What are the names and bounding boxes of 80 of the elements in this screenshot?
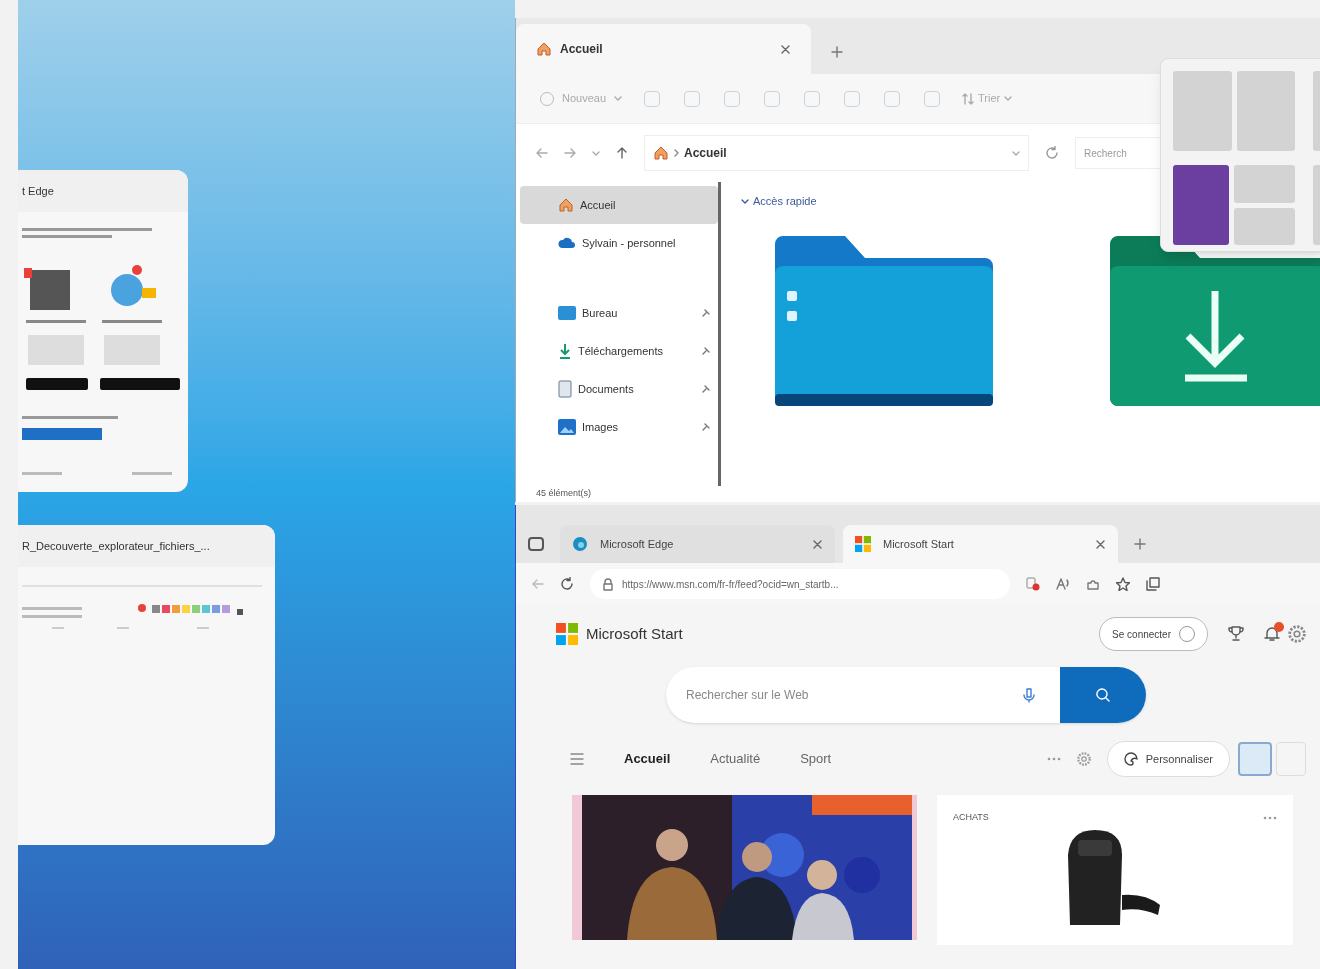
back-icon[interactable] xyxy=(536,147,548,159)
brand-name[interactable]: Microsoft Start xyxy=(586,622,683,646)
window-title: R_Decouverte_explorateur_fichiers_... xyxy=(22,538,210,554)
forward-icon[interactable] xyxy=(564,147,576,159)
nav-tab[interactable]: Sport xyxy=(800,749,832,769)
settings-icon[interactable] xyxy=(1076,752,1091,766)
collections-icon[interactable] xyxy=(1146,577,1160,591)
home-icon xyxy=(558,197,574,213)
window-title: t Edge xyxy=(22,183,54,199)
sidebar-item[interactable]: Bureau xyxy=(520,294,718,332)
caret-icon xyxy=(614,95,623,102)
pin-icon xyxy=(702,423,710,431)
edge-icon xyxy=(572,536,588,552)
address-bar[interactable]: Accueil xyxy=(644,135,1029,171)
more-icon[interactable] xyxy=(1263,815,1277,820)
chevron-right-icon xyxy=(673,149,680,157)
pin-icon xyxy=(702,309,710,317)
back-icon[interactable] xyxy=(532,578,544,590)
card-heading: ACHATS xyxy=(953,811,990,824)
notification-badge xyxy=(1274,622,1284,632)
search-icon xyxy=(1096,688,1110,702)
favorites-icon[interactable] xyxy=(1116,577,1130,591)
url-bar[interactable]: https://www.msn.com/fr-fr/feed?ocid=wn_startb... xyxy=(590,569,1010,599)
sign-in-button[interactable]: Se connecter xyxy=(1099,617,1208,651)
window-preview[interactable]: t Edge xyxy=(18,170,188,492)
shopping-card[interactable]: ACHATS xyxy=(937,795,1293,945)
sidebar-item[interactable]: Téléchargements xyxy=(520,332,718,370)
section-header[interactable]: Accès rapide xyxy=(741,186,1320,216)
up-icon[interactable] xyxy=(616,147,628,159)
web-search-field[interactable]: Rechercher sur le Web xyxy=(666,667,1146,723)
chevron-icon xyxy=(741,197,749,205)
new-tab-icon[interactable] xyxy=(1134,538,1146,550)
menu-icon[interactable] xyxy=(570,752,584,766)
customize-button[interactable]: Personnaliser xyxy=(1106,741,1230,777)
close-icon[interactable] xyxy=(780,43,791,55)
sidebar-item[interactable]: Images xyxy=(520,408,718,446)
close-icon[interactable] xyxy=(812,538,823,550)
tab-actions-icon[interactable] xyxy=(528,537,544,551)
extensions-icon[interactable] xyxy=(1086,577,1100,591)
sidebar-item[interactable]: Sylvain - personnel xyxy=(520,224,718,262)
sidebar-item[interactable]: Accueil xyxy=(520,186,718,224)
tracking-icon[interactable] xyxy=(1026,577,1040,591)
desktop-icon xyxy=(558,306,576,320)
document-icon xyxy=(558,380,572,398)
download-icon xyxy=(558,343,572,359)
close-icon[interactable] xyxy=(1095,538,1106,550)
cloud-icon xyxy=(558,237,576,249)
explorer-tab[interactable]: Accueil xyxy=(516,24,811,74)
palette-icon xyxy=(1123,752,1138,766)
trophy-icon[interactable] xyxy=(1228,626,1244,642)
browser-tab[interactable]: Microsoft Start xyxy=(843,525,1118,563)
window-preview[interactable]: R_Decouverte_explorateur_fichiers_... xyxy=(18,525,275,845)
windows-logo-icon xyxy=(556,623,578,645)
pin-icon xyxy=(702,385,710,393)
pin-icon xyxy=(702,347,710,355)
windows-logo-icon xyxy=(855,536,871,552)
more-icon[interactable] xyxy=(1046,757,1061,761)
chevron-icon[interactable] xyxy=(592,149,600,157)
home-icon xyxy=(653,145,669,161)
image-icon xyxy=(558,419,576,435)
sort-icon xyxy=(962,92,975,105)
search-button[interactable] xyxy=(1060,667,1146,723)
browser-tab[interactable]: Microsoft Edge xyxy=(560,525,835,563)
download-folder-icon[interactable] xyxy=(1110,236,1320,408)
microphone-icon[interactable] xyxy=(1022,687,1036,703)
nav-tab[interactable]: Actualité xyxy=(710,749,761,769)
caret-icon xyxy=(1012,149,1020,157)
refresh-icon[interactable] xyxy=(560,577,574,591)
new-tab-icon[interactable] xyxy=(831,46,843,58)
notification-icon[interactable] xyxy=(1264,626,1280,642)
grid-view-icon[interactable] xyxy=(1238,742,1272,776)
caret-icon xyxy=(1004,95,1013,102)
status-text: 45 élément(s) xyxy=(536,487,592,501)
home-icon xyxy=(536,41,552,57)
sidebar-item[interactable]: Documents xyxy=(520,370,718,408)
nav-tab[interactable]: Accueil xyxy=(624,749,671,769)
folder-icon[interactable] xyxy=(775,236,993,408)
settings-icon[interactable] xyxy=(1288,625,1306,643)
lock-icon xyxy=(602,577,614,591)
read-aloud-icon[interactable] xyxy=(1056,577,1070,591)
